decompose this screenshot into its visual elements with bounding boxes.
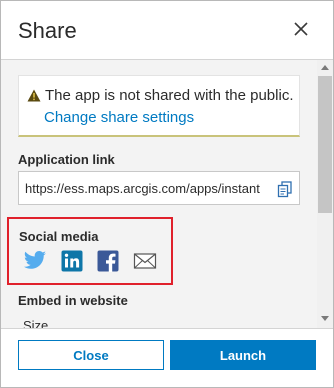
warning-message: The app is not shared with the public. (45, 87, 294, 104)
social-media-section: Social media (7, 217, 173, 285)
size-label: Size (23, 318, 49, 328)
dialog-footer: Close Launch (1, 328, 333, 387)
scroll-up-arrow-icon[interactable] (321, 65, 329, 70)
close-icon[interactable] (291, 19, 311, 39)
twitter-icon[interactable] (23, 250, 47, 277)
scroll-down-arrow-icon[interactable] (321, 316, 329, 321)
facebook-icon[interactable] (97, 250, 119, 277)
warning-icon (27, 89, 41, 107)
dialog-header: Share (1, 1, 333, 60)
social-media-label: Social media (19, 229, 99, 244)
dialog-title: Share (18, 18, 77, 43)
warning-notice: The app is not shared with the public. C… (18, 75, 300, 137)
share-dialog: Share The app is not shared with the pub… (0, 0, 334, 388)
embed-in-website-label: Embed in website (18, 293, 128, 308)
application-link-value[interactable]: https://ess.maps.arcgis.com/apps/instant (25, 181, 260, 196)
copy-icon[interactable] (275, 179, 295, 199)
close-button[interactable]: Close (18, 340, 164, 370)
launch-button[interactable]: Launch (170, 340, 316, 370)
linkedin-icon[interactable] (61, 250, 83, 277)
email-icon[interactable] (133, 250, 157, 277)
vertical-scrollbar[interactable] (317, 60, 333, 328)
scrollbar-thumb[interactable] (318, 76, 332, 213)
application-link-field[interactable]: https://ess.maps.arcgis.com/apps/instant (18, 171, 300, 205)
dialog-body: The app is not shared with the public. C… (1, 60, 317, 328)
application-link-label: Application link (18, 152, 115, 167)
change-share-settings-link[interactable]: Change share settings (44, 109, 194, 126)
